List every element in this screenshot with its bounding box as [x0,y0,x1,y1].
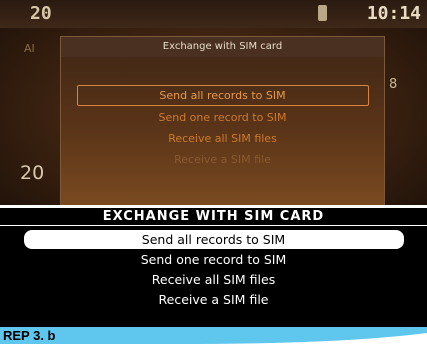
mono-title: EXCHANGE WITH SIM CARD [0,208,427,226]
status-bar: 20 10:14 [0,0,427,28]
clock: 10:14 [366,3,421,24]
status-left-value: 20 [30,3,52,24]
mono-item-send-all[interactable]: Send all records to SIM [23,230,404,249]
menu-item-send-one[interactable]: Send one record to SIM [78,108,368,127]
dialog-title: Exchange with SIM card [61,37,384,57]
mono-item-receive-one[interactable]: Receive a SIM file [24,290,404,309]
background-left-number: 20 [20,162,45,184]
reference-label: REP 3. b [3,328,56,343]
mono-item-receive-all[interactable]: Receive all SIM files [24,270,404,289]
photo-display: 20 10:14 AI 20 8 Exchange with SIM card … [0,0,427,205]
blue-swoosh [0,327,427,344]
background-left-label: AI [24,42,35,55]
reference-band: REP 3. b [0,327,427,344]
mono-menu: Send all records to SIM Send one record … [0,230,427,310]
menu-item-send-all[interactable]: Send all records to SIM [76,85,369,106]
mono-display: EXCHANGE WITH SIM CARD Send all records … [0,208,427,328]
battery-icon [318,5,327,21]
menu-item-receive-one[interactable]: Receive a SIM file [78,150,368,169]
background-right-mark: 8 [389,77,398,92]
menu-item-receive-all[interactable]: Receive all SIM files [78,129,368,148]
mono-item-send-one[interactable]: Send one record to SIM [24,250,404,269]
dialog-menu: Send all records to SIM Send one record … [61,85,384,171]
sim-exchange-dialog: Exchange with SIM card Send all records … [60,36,385,205]
